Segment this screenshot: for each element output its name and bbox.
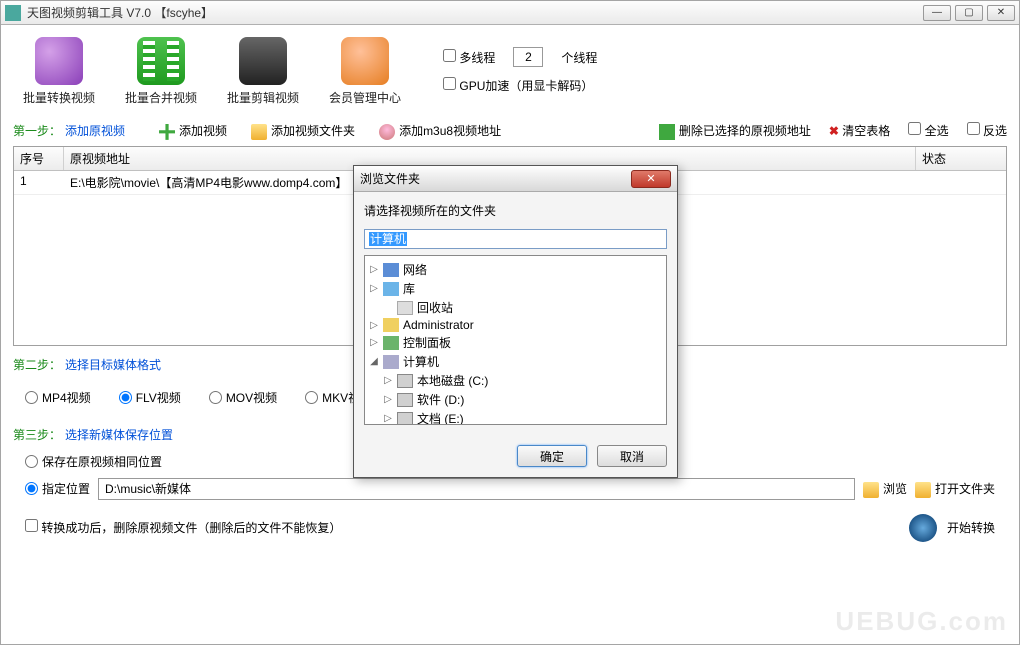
multithread-checkbox[interactable]: 多线程 <box>443 49 495 66</box>
start-icon <box>909 514 937 542</box>
toolbar-merge[interactable]: 批量合并视频 <box>125 37 197 106</box>
recycle-icon <box>397 301 413 315</box>
toolbar-convert[interactable]: 批量转换视频 <box>23 37 95 106</box>
edit-icon <box>239 37 287 85</box>
user-icon <box>383 318 399 332</box>
add-video-button[interactable]: 添加视频 <box>159 122 227 140</box>
plus-icon <box>159 124 175 140</box>
open-folder-button[interactable]: 打开文件夹 <box>915 480 995 498</box>
titlebar: 天图视频剪辑工具 V7.0 【fscyhe】 — ▢ ✕ <box>1 1 1019 25</box>
close-button[interactable]: ✕ <box>987 5 1015 21</box>
tree-recycle[interactable]: 回收站 <box>369 298 662 317</box>
window-title: 天图视频剪辑工具 V7.0 【fscyhe】 <box>27 4 923 21</box>
thread-count-input[interactable]: 2 <box>513 47 543 67</box>
col-seq[interactable]: 序号 <box>14 147 64 170</box>
tree-disk-d[interactable]: ▷软件 (D:) <box>369 390 662 409</box>
dialog-title: 浏览文件夹 <box>360 170 631 187</box>
format-flv[interactable]: FLV视频 <box>119 389 181 406</box>
save-path-input[interactable] <box>98 478 855 500</box>
invert-checkbox[interactable]: 反选 <box>967 122 1007 139</box>
folder-icon <box>251 124 267 140</box>
disk-icon <box>397 412 413 426</box>
tree-disk-e[interactable]: ▷文档 (E:) <box>369 409 662 425</box>
dialog-close-button[interactable]: ✕ <box>631 170 671 188</box>
open-folder-icon <box>915 482 931 498</box>
tree-panel[interactable]: ▷控制面板 <box>369 333 662 352</box>
thread-suffix-label: 个线程 <box>561 49 597 66</box>
merge-icon <box>137 37 185 85</box>
browse-folder-dialog: 浏览文件夹 ✕ 请选择视频所在的文件夹 计算机 ▷网络 ▷库 回收站 ▷Admi… <box>353 165 678 478</box>
clear-table-button[interactable]: ✖ 清空表格 <box>829 122 890 139</box>
disk-icon <box>397 374 413 388</box>
app-icon <box>5 5 21 21</box>
tree-library[interactable]: ▷库 <box>369 279 662 298</box>
tree-admin[interactable]: ▷Administrator <box>369 317 662 333</box>
add-folder-button[interactable]: 添加视频文件夹 <box>251 122 355 140</box>
browse-icon <box>863 482 879 498</box>
delete-icon <box>659 124 675 140</box>
dialog-cancel-button[interactable]: 取消 <box>597 445 667 467</box>
member-icon <box>341 37 389 85</box>
select-all-checkbox[interactable]: 全选 <box>908 122 948 139</box>
tree-disk-c[interactable]: ▷本地磁盘 (C:) <box>369 371 662 390</box>
m3u8-icon <box>379 124 395 140</box>
col-status[interactable]: 状态 <box>916 147 1006 170</box>
computer-icon <box>383 355 399 369</box>
maximize-button[interactable]: ▢ <box>955 5 983 21</box>
x-icon: ✖ <box>829 124 839 138</box>
tree-computer[interactable]: ◢计算机 <box>369 352 662 371</box>
dialog-label: 请选择视频所在的文件夹 <box>364 202 667 219</box>
convert-icon <box>35 37 83 85</box>
panel-icon <box>383 336 399 350</box>
delete-selected-button[interactable]: 删除已选择的原视频地址 <box>659 122 811 140</box>
toolbar-edit[interactable]: 批量剪辑视频 <box>227 37 299 106</box>
delete-after-checkbox[interactable]: 转换成功后，删除原视频文件（删除后的文件不能恢复） <box>25 519 341 536</box>
format-mov[interactable]: MOV视频 <box>209 389 277 406</box>
network-icon <box>383 263 399 277</box>
dialog-ok-button[interactable]: 确定 <box>517 445 587 467</box>
step1-header: 第一步：添加原视频 添加视频 添加视频文件夹 添加m3u8视频地址 删除已选择的… <box>13 122 1007 140</box>
minimize-button[interactable]: — <box>923 5 951 21</box>
save-custom-location[interactable]: 指定位置 <box>25 480 90 497</box>
add-m3u8-button[interactable]: 添加m3u8视频地址 <box>379 122 501 140</box>
folder-tree[interactable]: ▷网络 ▷库 回收站 ▷Administrator ▷控制面板 ◢计算机 ▷本地… <box>364 255 667 425</box>
browse-button[interactable]: 浏览 <box>863 480 907 498</box>
library-icon <box>383 282 399 296</box>
save-same-location[interactable]: 保存在原视频相同位置 <box>25 453 162 470</box>
tree-network[interactable]: ▷网络 <box>369 260 662 279</box>
disk-icon <box>397 393 413 407</box>
start-convert-button[interactable]: 开始转换 <box>909 514 995 542</box>
format-mp4[interactable]: MP4视频 <box>25 389 91 406</box>
dialog-path-input[interactable]: 计算机 <box>364 229 667 249</box>
gpu-checkbox[interactable]: GPU加速（用显卡解码） <box>443 77 593 94</box>
toolbar-member[interactable]: 会员管理中心 <box>329 37 401 106</box>
